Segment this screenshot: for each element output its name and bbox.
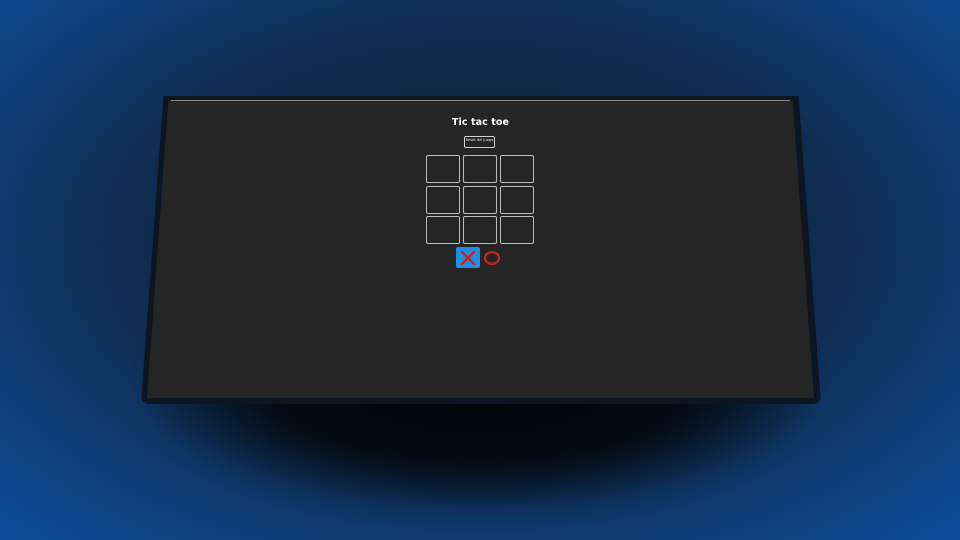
board-cell-9[interactable]	[500, 216, 534, 244]
reset-game-button[interactable]: Reset del juego	[464, 136, 495, 148]
o-icon	[483, 250, 501, 265]
player-o-indicator[interactable]	[483, 249, 501, 266]
board-cell-3[interactable]	[500, 155, 534, 183]
board-cell-2[interactable]	[463, 155, 497, 183]
player-indicator	[456, 247, 504, 268]
game-screen: Tic tac toe Reset del juego	[147, 100, 814, 398]
board-cell-6[interactable]	[500, 185, 534, 214]
screen-top-edge	[171, 100, 790, 101]
board-cell-7[interactable]	[426, 216, 460, 244]
board-cell-4[interactable]	[426, 185, 460, 214]
board-cell-1[interactable]	[426, 155, 460, 183]
board-cell-8[interactable]	[463, 216, 497, 244]
game-board	[426, 155, 535, 244]
board-cell-5[interactable]	[463, 185, 497, 214]
page-title: Tic tac toe	[451, 117, 510, 128]
player-x-indicator[interactable]	[456, 247, 480, 268]
x-icon	[460, 250, 476, 265]
